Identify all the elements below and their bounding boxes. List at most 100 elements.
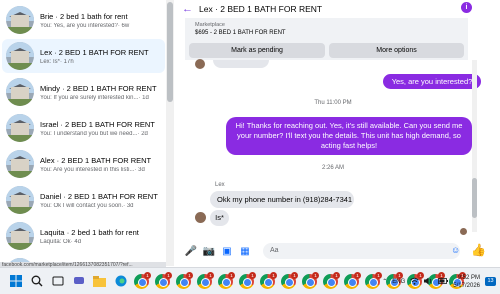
chrome-icon[interactable]: 1 [218,271,235,289]
conversation-preview: Lex: Is* · 17h [40,59,165,65]
outgoing-message[interactable]: Yes, are you interested? [383,74,481,89]
listing-title[interactable]: $695 - 2 BED 1 BATH FOR RENT [195,30,286,36]
chrome-badge: 1 [270,271,277,279]
preview-text: You: Yes, are you interested? [40,22,118,29]
chrome-badge: 1 [312,271,319,279]
conversation-row[interactable]: Daniel · 2 BED 1 BATH FOR RENT You: Ok I … [2,183,165,217]
clock-time: 9:52 PM [457,274,480,281]
chevron-up-icon[interactable]: ⌃ [382,278,387,285]
chrome-icon[interactable]: 1 [365,271,382,289]
chrome-badge: 1 [165,271,172,279]
chat-scrollbar[interactable] [472,60,477,232]
preview-time: · 3d [123,202,134,209]
language-indicator[interactable]: ENG [392,279,405,285]
chrome-icon[interactable]: 1 [176,271,193,289]
conversation-title: Daniel · 2 BED 1 BATH FOR RENT [40,191,158,201]
gif-icon[interactable]: ▦ [239,245,251,257]
more-options-button[interactable]: More options [329,43,464,58]
thumbs-up-icon[interactable]: 👍 [471,243,486,257]
listing-thumbnail [6,78,34,106]
conversation-list-scrollbar[interactable] [166,0,174,266]
chrome-icon[interactable]: 1 [260,271,277,289]
listing-label: Marketplace [195,22,225,28]
clock[interactable]: 9:52 PM 5/17/2026 [453,274,480,290]
notification-count-badge[interactable]: 13 [485,277,496,286]
chrome-icon[interactable]: 1 [197,271,214,289]
preview-text: Laquita: Ok [40,238,71,245]
timestamp: Thu 11:00 PM [314,100,352,106]
conversation-title: Israel · 2 BED 1 BATH FOR RENT [40,119,155,129]
chrome-icon[interactable]: 1 [155,271,172,289]
conversation-preview: You: Ok I will contact you soon. · 3d [40,203,165,209]
listing-card: Marketplace $695 - 2 BED 1 BATH FOR RENT… [185,18,468,60]
chrome-badge: 1 [375,271,382,279]
conversation-title: Brie · 2 bed 1 bath for rent [40,11,128,21]
conversation-row[interactable]: Lex · 2 BED 1 BATH FOR RENT Lex: Is* · 17… [2,39,165,73]
preview-text: You: Ok I will contact you soon. [40,202,124,209]
clock-date: 5/17/2026 [453,282,480,289]
conversation-row[interactable]: Israel · 2 BED 1 BATH FOR RENT You: I und… [2,111,165,145]
microphone-icon[interactable]: 🎤 [185,245,197,257]
listing-thumbnail [6,114,34,142]
chat-app-icon[interactable] [71,274,86,289]
windows-taskbar: 1111111111111111 ⌃ ENG 9:52 PM 5/17/2026… [0,267,500,294]
incoming-message[interactable]: Is* [210,210,229,226]
back-arrow-icon[interactable]: ← [182,3,194,15]
timestamp: 2:26 AM [321,165,344,171]
windows-start-icon[interactable] [8,274,23,289]
listing-thumbnail [6,186,34,214]
mark-as-pending-button[interactable]: Mark as pending [189,43,325,58]
chrome-badge: 1 [333,271,340,279]
preview-text: You: If you are surely interested kin... [40,94,139,101]
conversation-title: Mindy · 2 BED 1 BATH FOR RENT [40,83,157,93]
preview-time: · 3d [134,166,145,173]
info-icon[interactable]: i [461,2,472,13]
chrome-badge: 1 [249,271,256,279]
preview-text: You: I understand you but we need... [40,130,138,137]
conversation-preview: You: If you are surely interested kin...… [40,95,165,101]
battery-icon[interactable] [438,277,449,286]
chat-title[interactable]: Lex · 2 BED 1 BATH FOR RENT [199,4,322,14]
chrome-icon[interactable]: 1 [134,271,151,289]
file-explorer-icon[interactable] [92,274,107,289]
emoji-icon[interactable]: ☺ [451,245,460,255]
incoming-message[interactable]: Okk my phone number in (918)284-7341 [210,191,354,208]
chrome-icon[interactable]: 1 [239,271,256,289]
sticker-icon[interactable]: ▣ [221,245,233,257]
scrollbar-thumb[interactable] [167,2,173,102]
scrollbar-thumb[interactable] [472,178,477,218]
edge-icon[interactable] [113,274,128,289]
conversation-row[interactable]: Mindy · 2 BED 1 BATH FOR RENT You: If you… [2,75,165,109]
volume-icon[interactable] [424,277,433,287]
message-input[interactable]: Aa [263,243,460,259]
conversation-title: Lex · 2 BED 1 BATH FOR RENT [40,47,149,57]
conversation-row[interactable]: Laquita · 2 bed 1 bath for rent Laquita: … [2,219,165,253]
conversation-preview: You: I understand you but we need... · 2… [40,131,165,137]
seen-avatar [460,228,467,235]
system-tray: ⌃ ENG 9:52 PM 5/17/2026 13 [382,268,496,294]
chrome-icon[interactable]: 1 [323,271,340,289]
chrome-icon[interactable]: 1 [302,271,319,289]
chrome-icon[interactable]: 1 [344,271,361,289]
conversation-title: Alex · 2 BED 1 BATH FOR RENT [40,155,152,165]
listing-thumbnail [6,150,34,178]
preview-text: You: Are you interested in this listi... [40,166,135,173]
chrome-badge: 1 [354,271,361,279]
chrome-badge: 1 [186,271,193,279]
chrome-badge: 1 [144,271,151,279]
sender-name: Lex [215,182,225,188]
chrome-badge: 1 [207,271,214,279]
wifi-icon[interactable] [410,277,420,287]
listing-thumbnail [6,222,34,250]
conversation-row[interactable]: Brie · 2 bed 1 bath for rent You: Yes, ar… [2,3,165,37]
conversation-preview: You: Are you interested in this listi...… [40,167,165,173]
preview-time: · 2d [137,130,148,137]
outgoing-message[interactable]: Hi! Thanks for reaching out. Yes, it's s… [226,117,472,155]
message-bubble-partial [213,60,269,68]
photo-icon[interactable]: 📷 [203,245,215,257]
task-view-icon[interactable] [50,274,65,289]
conversation-row[interactable]: Alex · 2 BED 1 BATH FOR RENT You: Are you… [2,147,165,181]
search-icon[interactable] [29,274,44,289]
chat-header: ← Lex · 2 BED 1 BATH FOR RENT i [175,0,500,18]
chrome-icon[interactable]: 1 [281,271,298,289]
